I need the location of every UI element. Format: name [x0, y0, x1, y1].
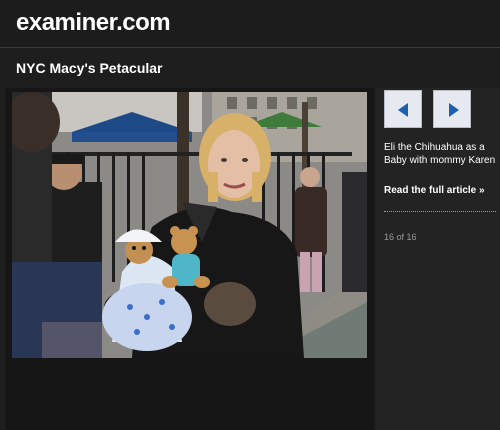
next-button[interactable] [433, 90, 471, 128]
gallery-title: NYC Macy's Petacular [16, 60, 163, 76]
photo-counter: 16 of 16 [384, 232, 417, 242]
site-header: examiner.com [0, 0, 500, 47]
header-divider [0, 47, 500, 48]
photo-caption: Eli the Chihuahua as a Baby with mommy K… [384, 142, 496, 166]
arrow-left-icon [398, 103, 408, 117]
read-full-article-link[interactable]: Read the full article » [384, 185, 485, 196]
gallery-photo[interactable] [12, 92, 367, 358]
gallery-sidebar [376, 88, 500, 430]
site-logo[interactable]: examiner.com [16, 9, 171, 37]
arrow-right-icon [449, 103, 459, 117]
sidebar-divider [384, 211, 496, 212]
previous-button[interactable] [384, 90, 422, 128]
